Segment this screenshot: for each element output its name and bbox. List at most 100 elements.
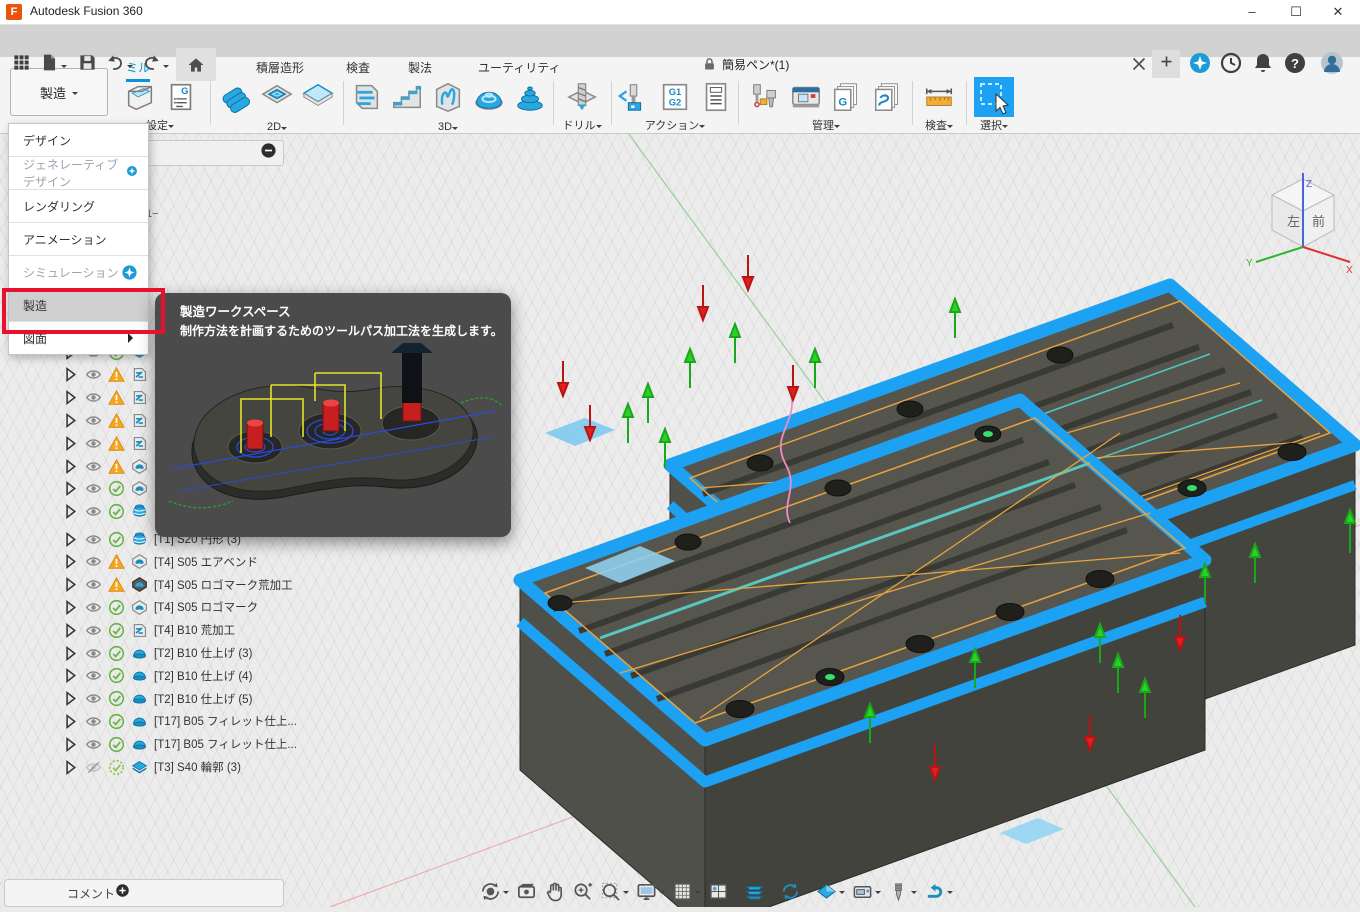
visibility-eye-icon[interactable] bbox=[85, 366, 102, 383]
probe-visibility-button[interactable] bbox=[922, 880, 955, 903]
dome-icon[interactable] bbox=[131, 599, 148, 616]
grid-settings-button[interactable] bbox=[670, 880, 703, 903]
warning-icon[interactable] bbox=[108, 366, 125, 383]
browser-tree-row[interactable]: [T4] B10 荒加工 bbox=[62, 619, 288, 641]
ok-check-icon[interactable] bbox=[108, 713, 125, 730]
apps-grid-icon[interactable] bbox=[12, 53, 31, 77]
simulate-icon[interactable] bbox=[617, 80, 651, 114]
machine-visibility-button[interactable] bbox=[850, 880, 883, 903]
post-library-icon[interactable]: G bbox=[830, 80, 864, 114]
warning-icon[interactable] bbox=[108, 576, 125, 593]
expand-arrow-icon[interactable] bbox=[62, 435, 79, 452]
toolpath-visibility-button[interactable] bbox=[742, 880, 775, 903]
browser-tree-row[interactable]: [T4] S05 ロゴマーク荒加工 bbox=[62, 574, 288, 596]
expand-arrow-icon[interactable] bbox=[62, 599, 79, 616]
adaptive-icon[interactable] bbox=[131, 622, 148, 639]
template-library-icon[interactable] bbox=[871, 80, 905, 114]
expand-arrow-icon[interactable] bbox=[62, 366, 79, 383]
orbit-button[interactable] bbox=[478, 880, 511, 903]
dome-icon[interactable] bbox=[131, 480, 148, 497]
group-label-drill[interactable]: ドリル bbox=[556, 117, 608, 133]
recent-clock-icon[interactable] bbox=[1219, 51, 1245, 77]
expand-arrow-icon[interactable] bbox=[62, 645, 79, 662]
ok-check-icon[interactable] bbox=[108, 531, 125, 548]
workspace-menu-item-4[interactable]: シミュレーション bbox=[9, 256, 148, 289]
adaptive-icon[interactable] bbox=[131, 389, 148, 406]
adaptive3d-icon[interactable] bbox=[349, 80, 383, 114]
ok-check-icon[interactable] bbox=[108, 480, 125, 497]
ok-check-icon[interactable] bbox=[108, 622, 125, 639]
warning-icon[interactable] bbox=[108, 553, 125, 570]
group-label-manage[interactable]: 管理 bbox=[742, 117, 910, 133]
ball-icon[interactable] bbox=[131, 713, 148, 730]
expand-arrow-icon[interactable] bbox=[62, 622, 79, 639]
maximize-button[interactable]: ☐ bbox=[1274, 0, 1318, 24]
expand-arrow-icon[interactable] bbox=[62, 480, 79, 497]
workspace-menu-item-1[interactable]: ジェネレーティブ デザイン bbox=[9, 157, 148, 190]
document-close-icon[interactable] bbox=[1128, 53, 1150, 75]
measure-icon[interactable] bbox=[922, 80, 956, 114]
browser-tree-row[interactable]: [T17] B05 フィレット仕上... bbox=[62, 710, 288, 732]
add-comment-icon[interactable] bbox=[115, 883, 142, 903]
post-process-icon[interactable]: G1G2 bbox=[658, 80, 692, 114]
group-label-3d[interactable]: 3D bbox=[346, 121, 550, 133]
viewports-button[interactable] bbox=[706, 880, 739, 903]
setup-sheet-icon[interactable] bbox=[699, 80, 733, 114]
expand-arrow-icon[interactable] bbox=[62, 458, 79, 475]
stock-visibility-button[interactable] bbox=[814, 880, 847, 903]
visibility-eye-icon[interactable] bbox=[85, 503, 102, 520]
expand-arrow-icon[interactable] bbox=[62, 713, 79, 730]
dome-dark-icon[interactable] bbox=[131, 576, 148, 593]
workspace-menu-item-6[interactable]: 図面 bbox=[9, 322, 148, 354]
view-cube[interactable]: 左 前 Z Y X bbox=[1246, 173, 1353, 276]
expand-arrow-icon[interactable] bbox=[62, 759, 79, 776]
expand-arrow-icon[interactable] bbox=[62, 412, 79, 429]
workspace-menu-item-2[interactable]: レンダリング bbox=[9, 190, 148, 223]
visibility-eye-icon[interactable] bbox=[85, 412, 102, 429]
ok-check-icon[interactable] bbox=[108, 690, 125, 707]
barrel-icon[interactable] bbox=[131, 531, 148, 548]
setup-icon[interactable] bbox=[123, 80, 157, 114]
expand-arrow-icon[interactable] bbox=[62, 531, 79, 548]
undo-button[interactable] bbox=[106, 53, 133, 77]
visibility-eye-icon[interactable] bbox=[85, 480, 102, 497]
group-label-select[interactable]: 選択 bbox=[970, 117, 1018, 133]
browser-tree-row[interactable]: [T3] S40 輪郭 (3) bbox=[62, 756, 288, 778]
ok-check-icon[interactable] bbox=[108, 599, 125, 616]
visibility-eye-icon[interactable] bbox=[85, 531, 102, 548]
extensions-icon[interactable] bbox=[1188, 51, 1214, 77]
visibility-off-icon[interactable] bbox=[85, 759, 102, 776]
adaptive-icon[interactable] bbox=[131, 366, 148, 383]
tool-visibility-button[interactable] bbox=[886, 880, 919, 903]
workspace-menu-item-3[interactable]: アニメーション bbox=[9, 223, 148, 256]
expand-arrow-icon[interactable] bbox=[62, 553, 79, 570]
nc-program-icon[interactable]: G bbox=[164, 80, 198, 114]
ok-check-icon[interactable] bbox=[108, 736, 125, 753]
dome-icon[interactable] bbox=[131, 458, 148, 475]
close-window-button[interactable]: ✕ bbox=[1316, 0, 1360, 24]
ok-check-icon[interactable] bbox=[108, 645, 125, 662]
ok-check-icon[interactable] bbox=[108, 503, 125, 520]
visibility-eye-icon[interactable] bbox=[85, 713, 102, 730]
notifications-bell-icon[interactable] bbox=[1251, 51, 1277, 77]
visibility-eye-icon[interactable] bbox=[85, 667, 102, 684]
expand-arrow-icon[interactable] bbox=[62, 503, 79, 520]
adaptive2d-icon[interactable] bbox=[219, 80, 253, 114]
steps3d-icon[interactable] bbox=[390, 80, 424, 114]
avatar[interactable] bbox=[1320, 51, 1346, 77]
group-label-inspect[interactable]: 検査 bbox=[915, 117, 963, 133]
browser-tree-row[interactable]: [T2] B10 仕上げ (3) bbox=[62, 642, 288, 664]
fit-button[interactable] bbox=[598, 880, 631, 903]
help-icon[interactable]: ? bbox=[1283, 51, 1309, 77]
expand-arrow-icon[interactable] bbox=[62, 389, 79, 406]
drill-icon[interactable] bbox=[565, 80, 599, 114]
display-settings-button[interactable] bbox=[634, 880, 667, 903]
visibility-eye-icon[interactable] bbox=[85, 553, 102, 570]
select-icon[interactable] bbox=[974, 77, 1014, 117]
browser-tree-row[interactable]: [T17] B05 フィレット仕上... bbox=[62, 733, 288, 755]
save-button[interactable] bbox=[78, 53, 97, 77]
ok-check-icon[interactable] bbox=[108, 759, 125, 776]
zoom-button[interactable] bbox=[570, 880, 595, 903]
adaptive-icon[interactable] bbox=[131, 412, 148, 429]
visibility-eye-icon[interactable] bbox=[85, 576, 102, 593]
